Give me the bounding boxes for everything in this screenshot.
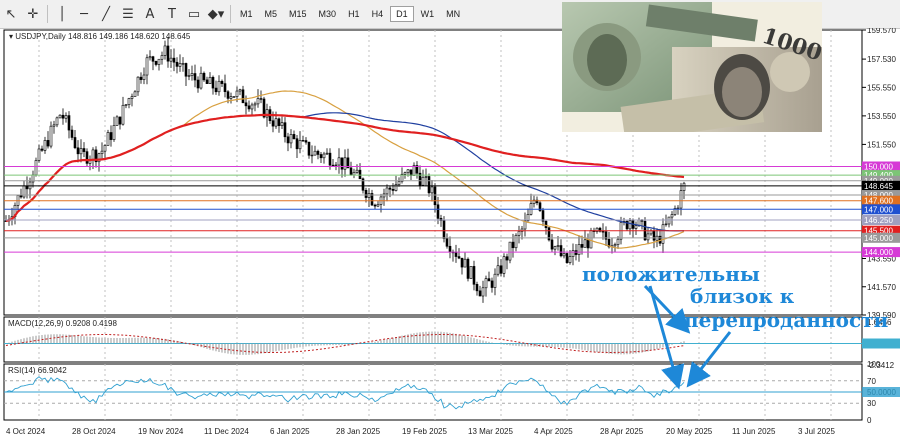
annotation-arrows: [643, 284, 732, 390]
arrow-to-rsi-left: [648, 285, 685, 390]
arrow-to-rsi-right: [686, 331, 732, 388]
